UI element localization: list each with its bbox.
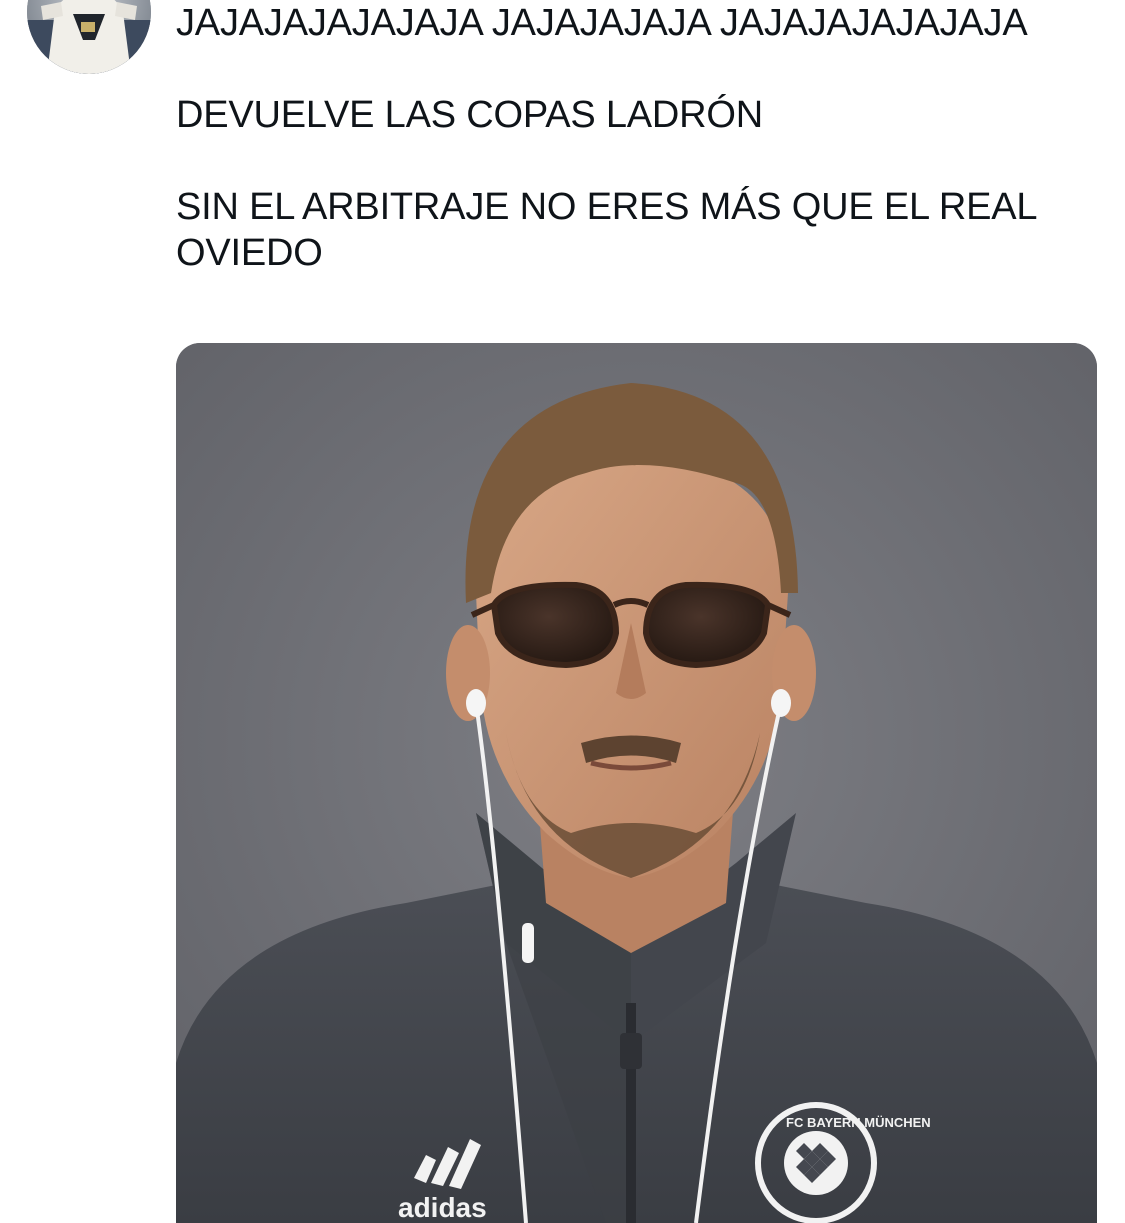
author-avatar[interactable] <box>27 0 151 74</box>
tweet: JAJAJAJAJAJAJA JAJAJAJAJA JAJAJAJAJAJAJA… <box>0 0 1125 1223</box>
photo-illustration: adidas FC BAYERN MÜNCHEN <box>176 343 1097 1223</box>
tweet-media-photo[interactable]: adidas FC BAYERN MÜNCHEN <box>176 343 1097 1223</box>
tweet-paragraph: SIN EL ARBITRAJE NO ERES MÁS QUE EL REAL… <box>176 186 1047 274</box>
crest-text: FC BAYERN MÜNCHEN <box>786 1115 931 1130</box>
tweet-text: JAJAJAJAJAJAJA JAJAJAJAJA JAJAJAJAJAJAJA… <box>176 0 1106 276</box>
tweet-paragraph: DEVUELVE LAS COPAS LADRÓN <box>176 94 764 136</box>
profile-avatar-icon <box>27 0 151 74</box>
tweet-paragraph: JAJAJAJAJAJAJA JAJAJAJAJA JAJAJAJAJAJAJA <box>176 2 1028 44</box>
